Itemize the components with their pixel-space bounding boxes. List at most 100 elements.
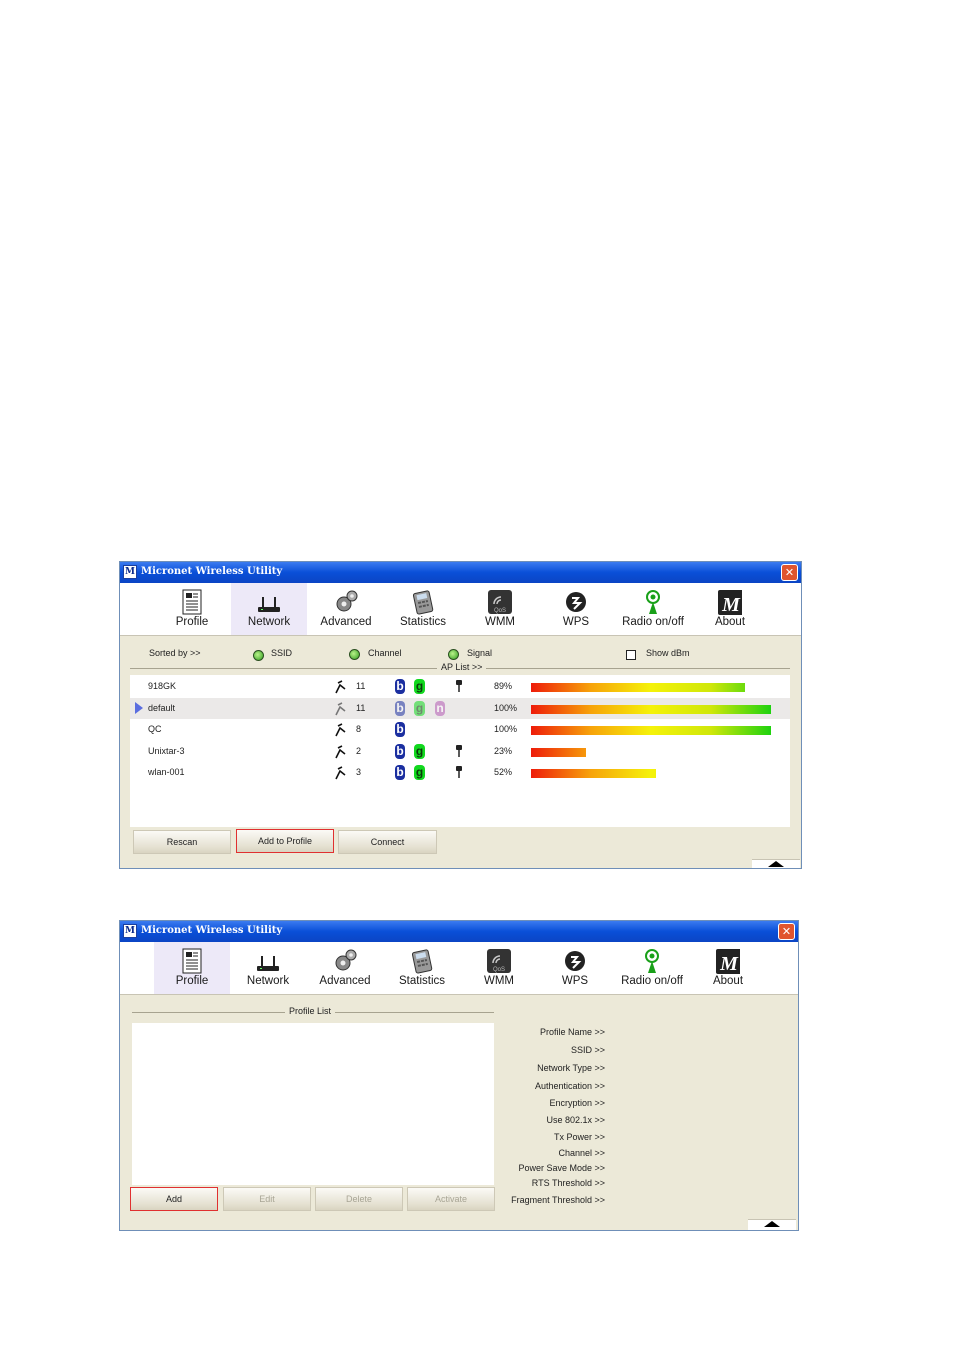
tab-label: About	[712, 975, 744, 987]
profile-icon	[180, 948, 204, 974]
ap-list[interactable]: 918GK 11 b g 89% default 11 b g n 100% QC 8 b 100% Unix…	[130, 675, 790, 827]
svg-text:M: M	[721, 594, 741, 615]
tab-profile[interactable]: Profile	[154, 942, 230, 994]
sort-ssid-label: SSID	[271, 648, 293, 658]
wireless-utility-window-network: M Micronet Wireless Utility ✕ Profile Net…	[119, 561, 802, 869]
tab-about[interactable]: M About	[692, 583, 768, 635]
sort-channel-label: Channel	[368, 648, 402, 658]
tab-network[interactable]: Network	[230, 942, 306, 994]
channel-icon	[333, 765, 347, 780]
ap-list-row[interactable]: QC 8 b 100%	[130, 719, 790, 740]
detail-label: RTS Threshold >>	[531, 1178, 605, 1188]
tab-wps[interactable]: WPS	[538, 583, 614, 635]
tab-radio-on-off[interactable]: Radio on/off	[615, 583, 691, 635]
ap-signal-percent: 52%	[494, 767, 513, 777]
detail-label: Tx Power >>	[553, 1132, 605, 1142]
add-button[interactable]: Add	[130, 1187, 218, 1211]
network-icon	[257, 589, 281, 615]
tab-wmm[interactable]: QoS WMM	[462, 583, 538, 635]
ap-ssid: Unixtar-3	[148, 745, 185, 756]
tab-wmm[interactable]: QoS WMM	[461, 942, 537, 994]
wps-icon	[563, 948, 587, 974]
selected-row-arrow-icon	[135, 701, 143, 714]
close-button[interactable]: ✕	[778, 923, 795, 940]
network-icon	[256, 948, 280, 974]
tab-label: Statistics	[399, 616, 446, 628]
ap-list-row[interactable]: default 11 b g n 100%	[130, 697, 790, 719]
collapse-arrow-icon	[764, 1221, 780, 1227]
ap-signal-bar	[531, 704, 771, 714]
tab-about[interactable]: M About	[690, 942, 766, 994]
close-icon: ✕	[784, 566, 795, 579]
collapse-button[interactable]	[748, 1219, 796, 1230]
wireless-utility-window-profile: M Micronet Wireless Utility ✕ Profile Net…	[119, 920, 799, 1231]
collapse-arrow-icon	[768, 861, 784, 867]
tab-statistics[interactable]: Statistics	[385, 583, 461, 635]
ap-channel: 8	[356, 724, 362, 734]
close-icon: ✕	[781, 925, 792, 938]
activate-button[interactable]: Activate	[407, 1187, 495, 1211]
sort-channel-radio[interactable]	[349, 649, 360, 660]
detail-label: Encryption >>	[549, 1098, 605, 1108]
tab-radio-on-off[interactable]: Radio on/off	[614, 942, 690, 994]
show-dbm-label: Show dBm	[646, 648, 690, 658]
tab-statistics[interactable]: Statistics	[384, 942, 460, 994]
tab-label: Network	[246, 975, 290, 987]
add-to-profile-button[interactable]: Add to Profile	[236, 829, 334, 853]
sort-signal-label: Signal	[467, 648, 493, 658]
show-dbm-checkbox[interactable]	[626, 650, 636, 660]
mode-g-icon: g	[414, 765, 425, 780]
ap-channel: 11	[356, 702, 366, 713]
wmm-icon: QoS	[487, 948, 511, 974]
mode-g-icon: g	[414, 679, 425, 694]
svg-text:QoS: QoS	[494, 608, 506, 614]
tab-advanced[interactable]: Advanced	[308, 583, 384, 635]
tab-network[interactable]: Network	[231, 583, 307, 635]
ap-list-row[interactable]: wlan-001 3 b g 52%	[130, 762, 790, 783]
toolbar: Profile Network Advanced Statistics QoS WMM WP…	[120, 942, 798, 995]
tab-label: Radio on/off	[621, 975, 683, 987]
detail-label: Network Type >>	[537, 1063, 605, 1073]
delete-button[interactable]: Delete	[315, 1187, 403, 1211]
connect-button[interactable]: Connect	[338, 830, 437, 854]
rescan-button[interactable]: Rescan	[133, 830, 231, 854]
title-bar[interactable]: M Micronet Wireless Utility ✕	[120, 921, 798, 942]
tab-label: WMM	[483, 975, 514, 987]
channel-icon	[333, 679, 347, 694]
wps-icon	[564, 589, 588, 615]
title-bar[interactable]: M Micronet Wireless Utility ✕	[120, 562, 801, 583]
channel-icon	[333, 744, 347, 758]
tab-profile[interactable]: Profile	[154, 583, 230, 635]
profile-list[interactable]	[132, 1023, 494, 1185]
detail-label: Authentication >>	[534, 1081, 605, 1091]
ap-ssid: wlan-001	[148, 767, 185, 777]
tab-label: WMM	[484, 616, 515, 628]
detail-label: Power Save Mode >>	[518, 1163, 605, 1173]
sort-ssid-radio[interactable]	[253, 650, 264, 661]
about-icon: M	[716, 948, 742, 975]
sorted-by-label: Sorted by >>	[149, 648, 201, 658]
security-key-icon	[455, 765, 463, 780]
tab-label: Radio on/off	[622, 616, 684, 628]
ap-ssid: QC	[148, 724, 162, 734]
tab-label: Advanced	[320, 616, 372, 628]
ap-list-title: AP List >>	[437, 662, 487, 672]
ap-list-row[interactable]: 918GK 11 b g 89%	[130, 676, 790, 697]
mode-n-icon: n	[435, 700, 445, 716]
ap-channel: 11	[356, 681, 366, 691]
ap-signal-bar	[531, 747, 586, 757]
collapse-button[interactable]	[752, 859, 800, 868]
window-title: Micronet Wireless Utility	[141, 566, 283, 577]
profile-list-title: Profile List	[285, 1006, 336, 1016]
tab-advanced[interactable]: Advanced	[307, 942, 383, 994]
edit-button[interactable]: Edit	[223, 1187, 311, 1211]
mode-b-icon: b	[395, 679, 405, 694]
ap-list-row[interactable]: Unixtar-3 2 b g 23%	[130, 741, 790, 762]
security-key-icon	[455, 679, 463, 694]
tab-label: WPS	[562, 616, 590, 628]
sort-signal-radio[interactable]	[448, 649, 459, 660]
tab-wps[interactable]: WPS	[537, 942, 613, 994]
close-button[interactable]: ✕	[781, 564, 798, 581]
tab-label: About	[714, 616, 746, 628]
statistics-icon	[411, 589, 435, 615]
